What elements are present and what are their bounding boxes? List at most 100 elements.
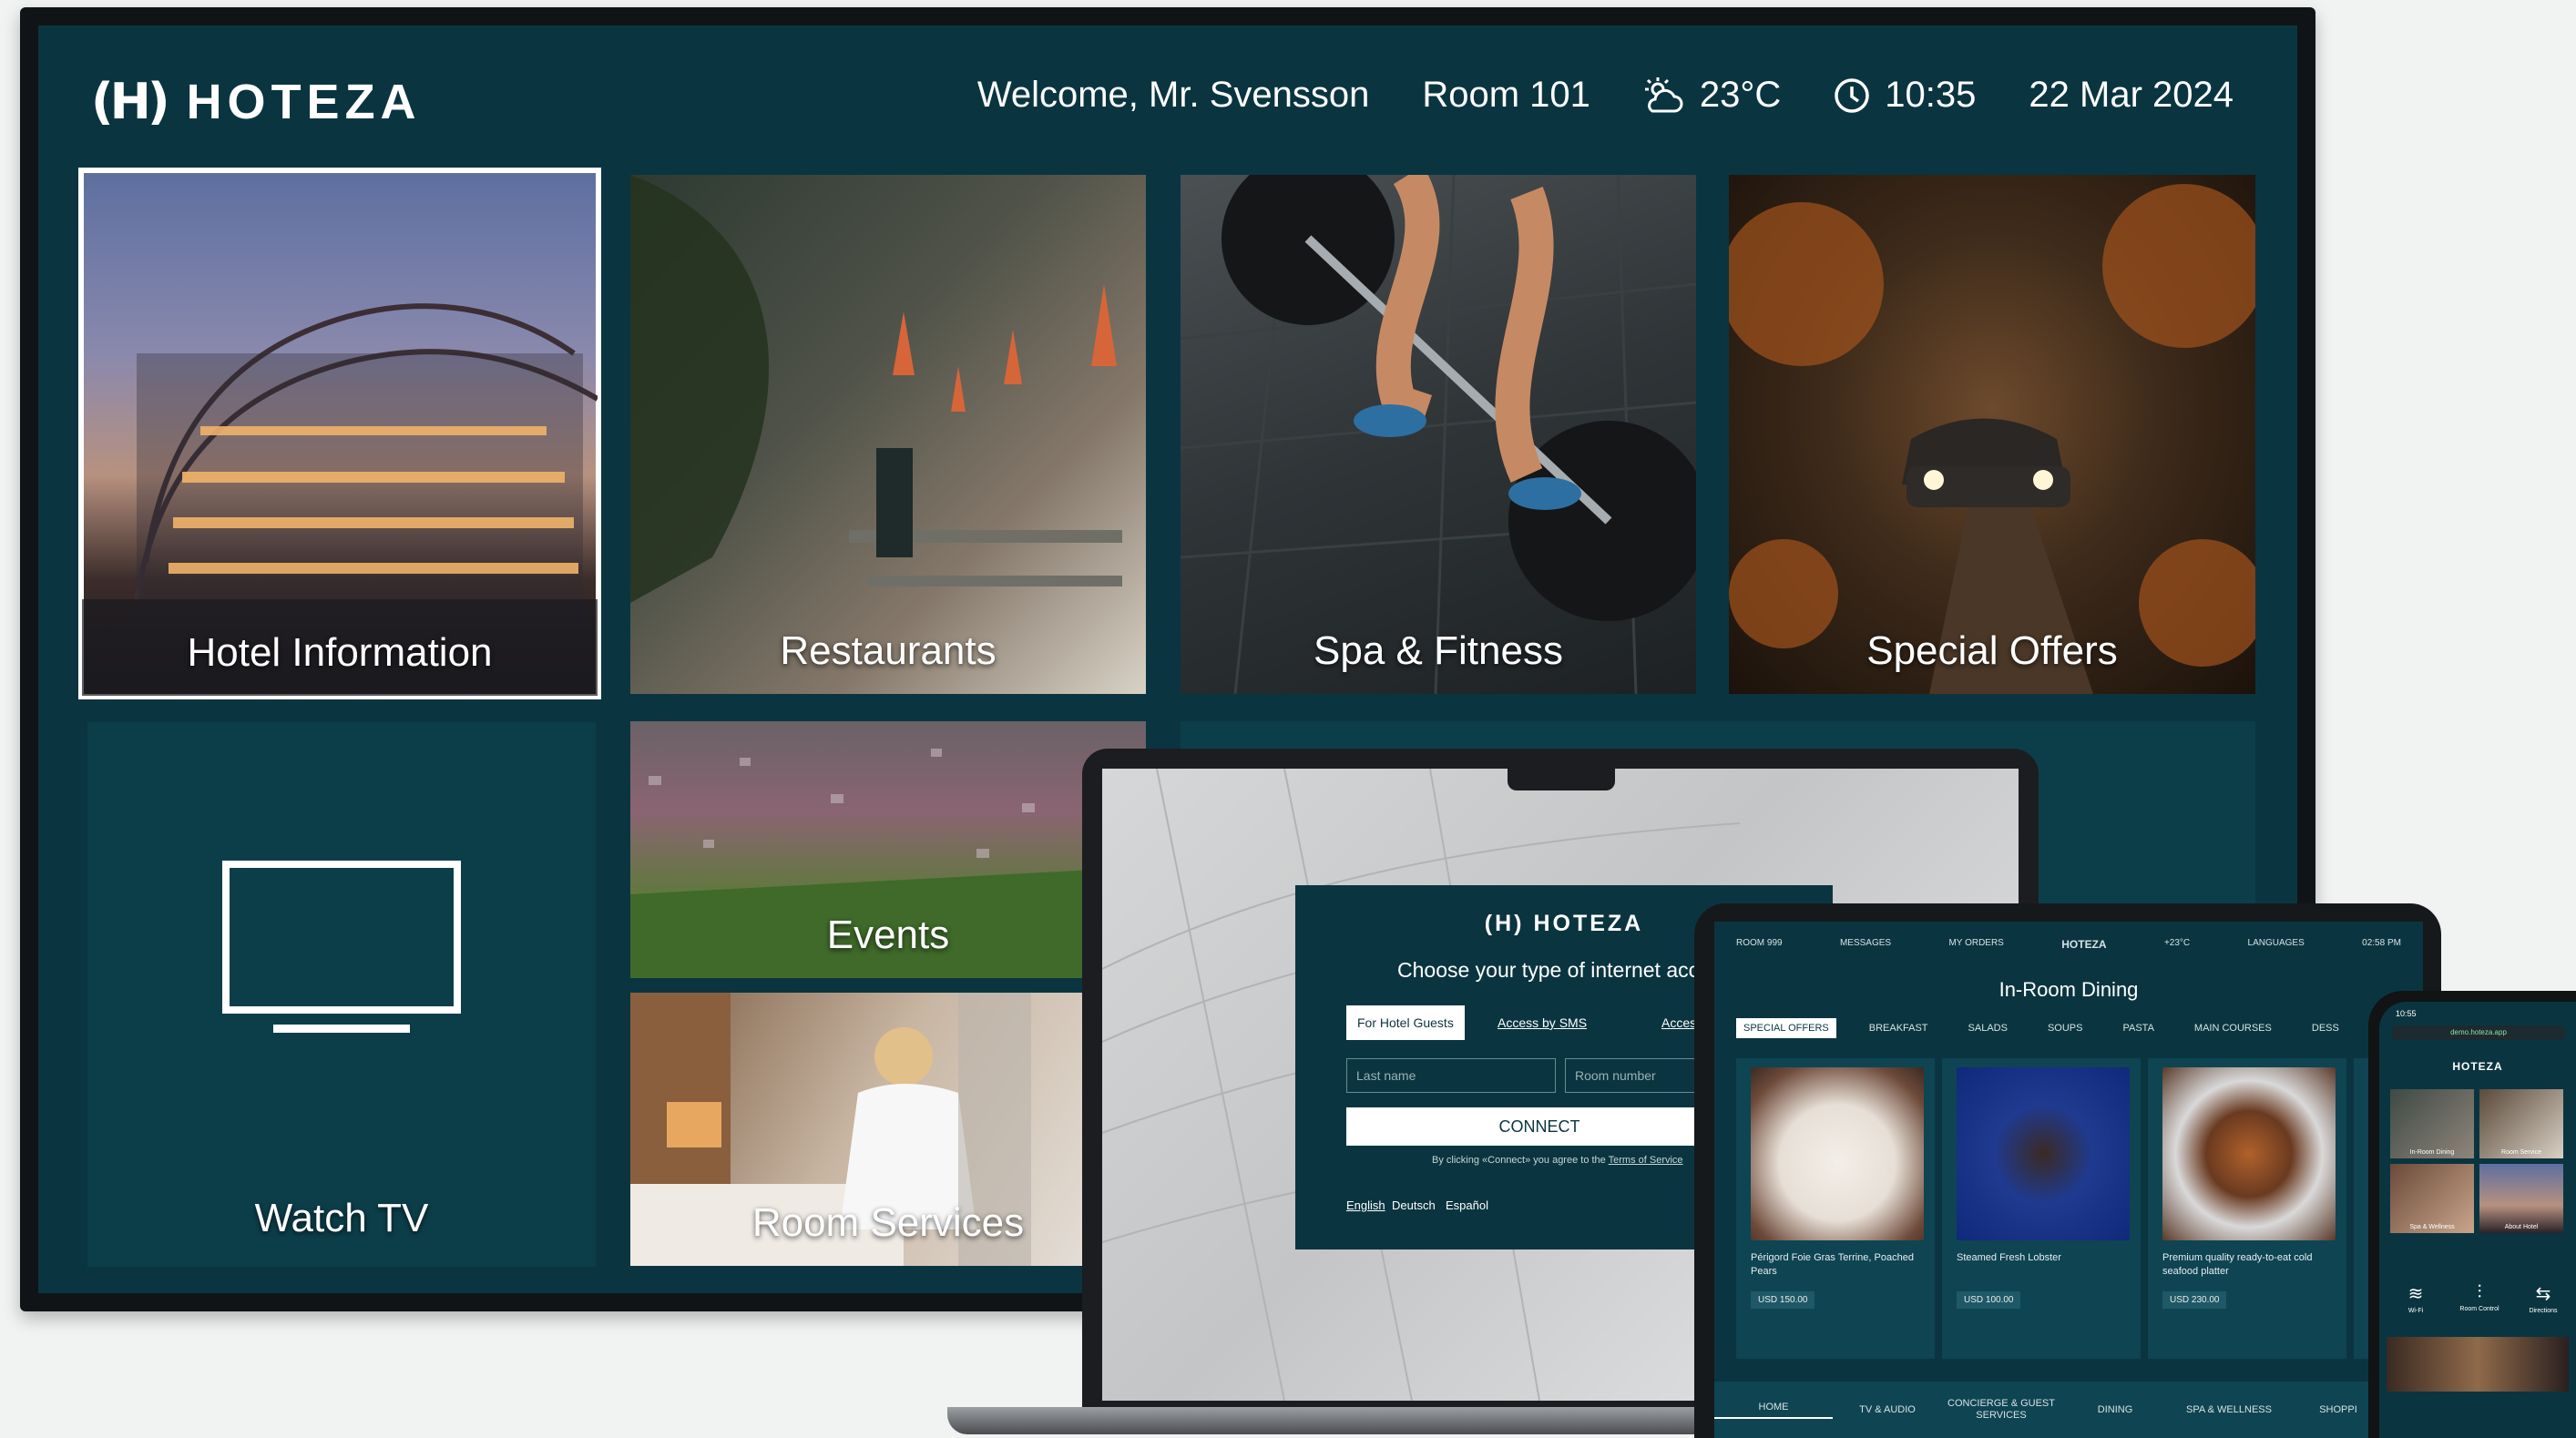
phone-tile-label: In-Room Dining (2409, 1149, 2455, 1156)
dish-price: USD 150.00 (1751, 1291, 1815, 1309)
phone-tile-label: Spa & Wellness (2409, 1224, 2455, 1230)
tablet-screen: ROOM 999 MESSAGES MY ORDERS HOTEZA +23°C… (1714, 922, 2423, 1438)
status-time: 02:58 PM (2362, 938, 2401, 948)
status-orders[interactable]: MY ORDERS (1948, 938, 2003, 951)
signpost-icon: ⇆ (2535, 1284, 2551, 1304)
cat-special-offers[interactable]: SPECIAL OFFERS (1736, 1018, 1836, 1038)
weather-group: 23°C (1643, 75, 1781, 116)
dish-card[interactable]: Steamed Fresh Lobster USD 100.00 (1942, 1058, 2141, 1359)
phone-icon-label: Directions (2529, 1308, 2558, 1314)
nav-spa-wellness[interactable]: SPA & WELLNESS (2170, 1404, 2288, 1416)
clock-group: 10:35 (1834, 75, 1976, 116)
terms-text: By clicking «Connect» you agree to the T… (1432, 1155, 1683, 1166)
tile-restaurants[interactable]: Restaurants (630, 175, 1146, 694)
phone-logo: HOTEZA (2452, 1060, 2503, 1073)
laptop-camera-notch (1508, 769, 1615, 790)
phone-tile-room-service[interactable]: Room Service (2479, 1089, 2563, 1158)
phone-wifi[interactable]: ≋ Wi-Fi (2388, 1282, 2443, 1314)
status-room[interactable]: ROOM 999 (1736, 938, 1783, 951)
lang-espanol[interactable]: Español (1446, 1198, 1488, 1212)
current-date: 22 Mar 2024 (2029, 75, 2234, 115)
tablet-bottom-nav: HOME TV & AUDIO CONCIERGE & GUEST SERVIC… (1714, 1382, 2423, 1438)
phone-room-control[interactable]: ⫶ Room Control (2452, 1282, 2507, 1314)
terms-link[interactable]: Terms of Service (1609, 1155, 1683, 1166)
wifi-title: Choose your type of internet acc (1397, 958, 1700, 982)
nav-tv-audio[interactable]: TV & AUDIO (1833, 1404, 1942, 1416)
tile-watch-tv[interactable]: Watch TV (87, 722, 596, 1267)
dish-card[interactable]: Périgord Foie Gras Terrine, Poached Pear… (1736, 1058, 1935, 1359)
cat-desserts[interactable]: DESS (2305, 1018, 2346, 1038)
tile-label-restaurants: Restaurants (780, 628, 997, 673)
tile-events[interactable]: Events (630, 721, 1146, 978)
welcome-text: Welcome, Mr. Svensson (976, 75, 1370, 115)
tile-special-offers[interactable]: Special Offers (1729, 175, 2255, 694)
room-number: Room 101 (1422, 75, 1590, 115)
tablet-category-tabs: SPECIAL OFFERS BREAKFAST SALADS SOUPS PA… (1736, 1018, 2346, 1038)
tile-spa-fitness[interactable]: Spa & Fitness (1181, 175, 1696, 694)
tab-access-sms[interactable]: Access by SMS (1487, 1005, 1598, 1040)
nav-concierge[interactable]: CONCIERGE & GUEST SERVICES (1942, 1398, 2060, 1422)
phone-banner-image (2387, 1337, 2569, 1392)
weightlifting-image (1181, 175, 1696, 694)
tv-status-bar: Welcome, Mr. Svensson Room 101 23°C 10:3… (977, 75, 2234, 116)
lang-english[interactable]: English (1346, 1198, 1385, 1212)
tab-hotel-guests[interactable]: For Hotel Guests (1346, 1005, 1465, 1040)
current-time: 10:35 (1885, 75, 1977, 115)
tablet-logo: HOTEZA (2061, 938, 2107, 951)
cat-main-courses[interactable]: MAIN COURSES (2187, 1018, 2279, 1038)
phone-tile-label: About Hotel (2504, 1224, 2539, 1230)
nav-home[interactable]: HOME (1714, 1402, 1833, 1419)
clock-icon (1835, 77, 1870, 113)
dish-price: USD 100.00 (1957, 1291, 2021, 1309)
dish-card[interactable]: Premium quality ready-to-eat cold seafoo… (2148, 1058, 2346, 1359)
hoteza-logo-text: HOTEZA (186, 74, 422, 129)
status-weather: +23°C (2163, 938, 2191, 948)
tablet-status-bar: ROOM 999 MESSAGES MY ORDERS HOTEZA +23°C… (1736, 938, 2401, 951)
phone-quick-actions: ≋ Wi-Fi ⫶ Room Control ⇆ Directions (2388, 1282, 2571, 1314)
dish-name: Steamed Fresh Lobster (1957, 1252, 2061, 1263)
wifi-icon: ≋ (2407, 1284, 2424, 1304)
cat-salads[interactable]: SALADS (1961, 1018, 2015, 1038)
phone-url-bar[interactable]: demo.hoteza.app (2392, 1025, 2565, 1040)
tv-logo: (H) HOTEZA (91, 73, 422, 130)
tv-icon (222, 861, 461, 1033)
restaurant-image (630, 175, 1122, 603)
dish-image (1957, 1067, 2130, 1240)
temperature: 23°C (1699, 75, 1782, 115)
lang-deutsch[interactable]: Deutsch (1392, 1198, 1436, 1212)
tablet-page-title: In-Room Dining (1998, 978, 2139, 1001)
dish-name: Premium quality ready-to-eat cold seafoo… (2162, 1252, 2313, 1277)
phone-time: 10:55 (2396, 1009, 2417, 1018)
phone-tile-spa[interactable]: Spa & Wellness (2390, 1164, 2474, 1233)
tile-hotel-information[interactable]: Hotel Information (78, 168, 601, 699)
cat-pasta[interactable]: PASTA (2115, 1018, 2161, 1038)
tile-label-events: Events (826, 913, 950, 957)
cat-soups[interactable]: SOUPS (2040, 1018, 2090, 1038)
terms-prefix: By clicking «Connect» you agree to the (1432, 1155, 1606, 1166)
cat-breakfast[interactable]: BREAKFAST (1862, 1018, 1936, 1038)
dish-price: USD 230.00 (2162, 1291, 2227, 1309)
hoteza-logo-mark: (H) (91, 73, 170, 130)
lastname-input[interactable]: Last name (1346, 1058, 1556, 1093)
phone-icon-label: Room Control (2459, 1306, 2499, 1312)
sliders-icon: ⫶ (2477, 1282, 2482, 1302)
status-messages[interactable]: MESSAGES (1840, 938, 1891, 951)
phone-tile-label: Room Service (2501, 1149, 2541, 1156)
phone-tile-about[interactable]: About Hotel (2479, 1164, 2563, 1233)
tile-label-watch-tv: Watch TV (254, 1196, 429, 1240)
dish-image (2162, 1067, 2336, 1240)
phone-tile-dining[interactable]: In-Room Dining (2390, 1089, 2474, 1158)
dish-name: Périgord Foie Gras Terrine, Poached Pear… (1751, 1252, 1914, 1277)
hotel-building-image (82, 303, 598, 696)
tile-room-services[interactable]: Room Services (630, 993, 1146, 1266)
tile-label-room-services: Room Services (751, 1200, 1025, 1245)
phone-directions[interactable]: ⇆ Directions (2516, 1282, 2571, 1314)
nav-dining[interactable]: DINING (2060, 1404, 2170, 1416)
phone-screen: 10:55 demo.hoteza.app HOTEZA In-Room Din… (2379, 1002, 2576, 1438)
dish-image (1751, 1067, 1924, 1240)
tile-label-hotel-information: Hotel Information (187, 630, 493, 675)
tile-label-special-offers: Special Offers (1866, 628, 2118, 673)
phone-icon-label: Wi-Fi (2407, 1308, 2424, 1314)
tile-label-spa-fitness: Spa & Fitness (1314, 628, 1563, 673)
status-languages[interactable]: LANGUAGES (2248, 938, 2305, 951)
